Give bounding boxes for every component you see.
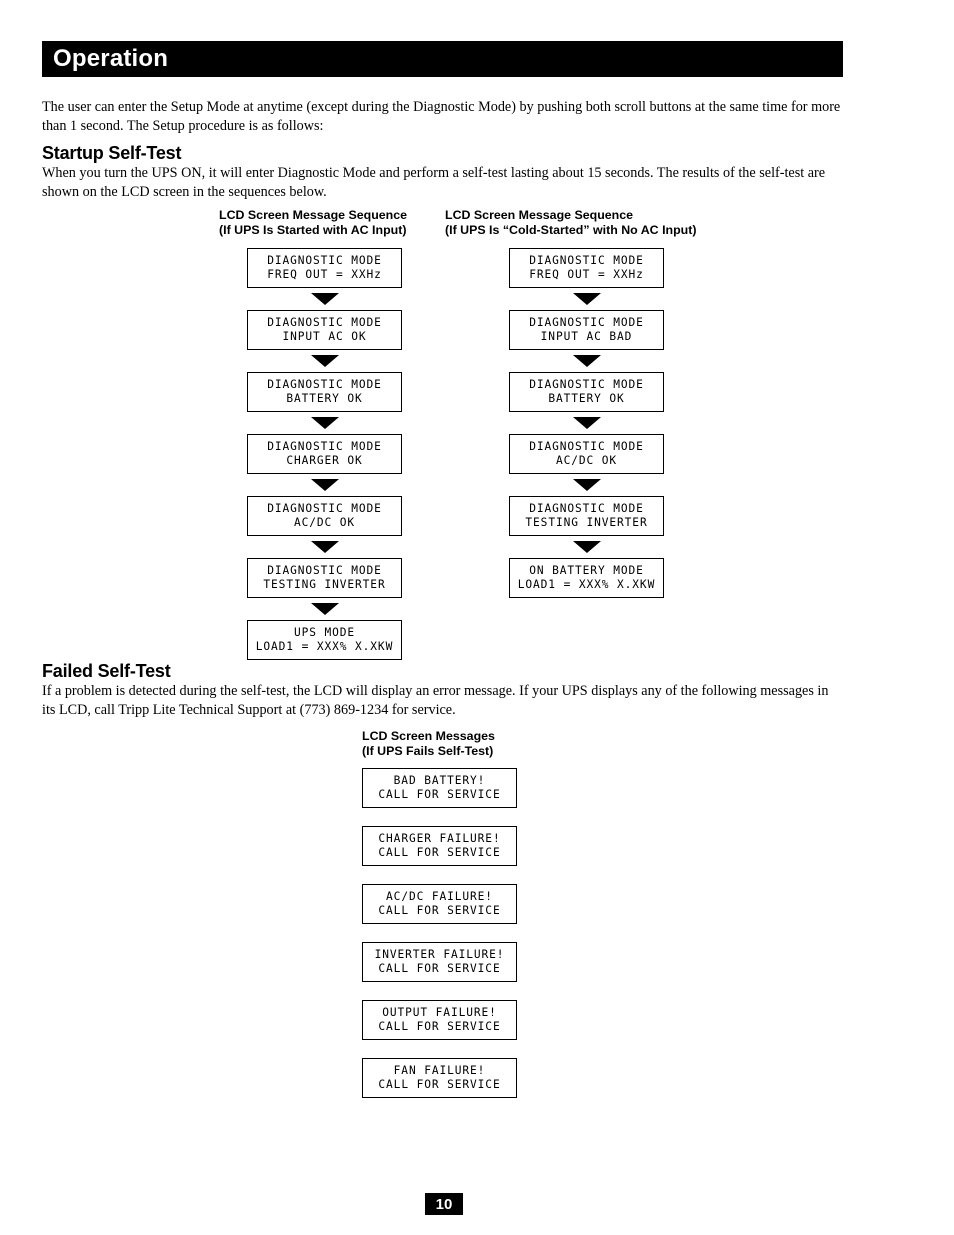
lcd-line-2: CALL FOR SERVICE xyxy=(378,904,501,917)
flow-arrow-down-icon xyxy=(572,355,601,367)
lcd-line-1: BAD BATTERY! xyxy=(393,774,486,787)
lcd-line-2: AC/DC OK xyxy=(293,516,356,529)
lcd-screen-box: DIAGNOSTIC MODE FREQ OUT = XXHz xyxy=(509,248,664,288)
startup-self-test-paragraph: When you turn the UPS ON, it will enter … xyxy=(42,165,826,200)
flow-arrow-down-icon xyxy=(572,417,601,429)
lcd-line-1: CHARGER FAILURE! xyxy=(378,832,501,845)
flow-arrow-down-icon xyxy=(572,541,601,553)
right-column-caption: LCD Screen Message Sequence (If UPS Is “… xyxy=(445,208,697,237)
lcd-screen-box: INVERTER FAILURE! CALL FOR SERVICE xyxy=(362,942,517,982)
lcd-line-1: DIAGNOSTIC MODE xyxy=(529,254,644,267)
lcd-screen-box: DIAGNOSTIC MODE FREQ OUT = XXHz xyxy=(247,248,402,288)
lcd-screen-box: DIAGNOSTIC MODE TESTING INVERTER xyxy=(247,558,402,598)
lcd-line-1: DIAGNOSTIC MODE xyxy=(529,316,644,329)
failed-messages-caption: LCD Screen Messages (If UPS Fails Self-T… xyxy=(362,729,495,758)
startup-self-test-heading: Startup Self-Test xyxy=(42,143,182,163)
lcd-line-2: LOAD1 = XXX% X.XKW xyxy=(517,578,656,591)
flow-arrow-down-icon xyxy=(310,355,339,367)
lcd-line-1: DIAGNOSTIC MODE xyxy=(529,378,644,391)
lcd-line-2: CALL FOR SERVICE xyxy=(378,1078,501,1091)
failed-self-test-heading: Failed Self-Test xyxy=(42,661,171,681)
lcd-line-1: OUTPUT FAILURE! xyxy=(382,1006,497,1019)
flow-arrow-down-icon xyxy=(572,479,601,491)
left-column-caption: LCD Screen Message Sequence (If UPS Is S… xyxy=(219,208,408,237)
startup-ac-input-flow: DIAGNOSTIC MODE FREQ OUT = XXHz DIAGNOSTIC… xyxy=(247,248,402,660)
lcd-screen-box: DIAGNOSTIC MODE BATTERY OK xyxy=(247,372,402,412)
lcd-screen-box: ON BATTERY MODE LOAD1 = XXX% X.XKW xyxy=(509,558,664,598)
lcd-line-2: LOAD1 = XXX% X.XKW xyxy=(255,640,394,653)
lcd-line-1: DIAGNOSTIC MODE xyxy=(267,316,382,329)
lcd-line-1: DIAGNOSTIC MODE xyxy=(267,378,382,391)
startup-cold-start-flow: DIAGNOSTIC MODE FREQ OUT = XXHz DIAGNOSTIC… xyxy=(509,248,664,598)
lcd-line-2: TESTING INVERTER xyxy=(525,516,648,529)
flow-arrow-down-icon xyxy=(310,293,339,305)
lcd-line-2: FREQ OUT = XXHz xyxy=(529,268,644,281)
lcd-screen-box: DIAGNOSTIC MODE INPUT AC BAD xyxy=(509,310,664,350)
lcd-line-1: INVERTER FAILURE! xyxy=(374,948,505,961)
lcd-screen-box: DIAGNOSTIC MODE TESTING INVERTER xyxy=(509,496,664,536)
lcd-line-2: BATTERY OK xyxy=(548,392,625,405)
intro-paragraph: The user can enter the Setup Mode at any… xyxy=(42,99,841,134)
flow-arrow-down-icon xyxy=(310,603,339,615)
lcd-screen-box: UPS MODE LOAD1 = XXX% X.XKW xyxy=(247,620,402,660)
lcd-line-1: DIAGNOSTIC MODE xyxy=(267,254,382,267)
lcd-line-2: CHARGER OK xyxy=(286,454,363,467)
lcd-line-1: UPS MODE xyxy=(293,626,356,639)
lcd-line-2: CALL FOR SERVICE xyxy=(378,962,501,975)
lcd-line-1: DIAGNOSTIC MODE xyxy=(267,502,382,515)
lcd-line-1: DIAGNOSTIC MODE xyxy=(529,440,644,453)
flow-arrow-down-icon xyxy=(310,541,339,553)
lcd-screen-box: OUTPUT FAILURE! CALL FOR SERVICE xyxy=(362,1000,517,1040)
failed-messages-list: BAD BATTERY! CALL FOR SERVICE CHARGER FAIL… xyxy=(362,768,517,1098)
lcd-screen-box: DIAGNOSTIC MODE AC/DC OK xyxy=(247,496,402,536)
lcd-screen-box: DIAGNOSTIC MODE CHARGER OK xyxy=(247,434,402,474)
flow-arrow-down-icon xyxy=(572,293,601,305)
flow-arrow-down-icon xyxy=(310,417,339,429)
lcd-line-1: ON BATTERY MODE xyxy=(529,564,644,577)
lcd-line-1: DIAGNOSTIC MODE xyxy=(267,440,382,453)
lcd-line-2: CALL FOR SERVICE xyxy=(378,846,501,859)
lcd-line-2: AC/DC OK xyxy=(555,454,618,467)
lcd-screen-box: DIAGNOSTIC MODE AC/DC OK xyxy=(509,434,664,474)
page-number: 10 xyxy=(425,1193,463,1215)
page-title: Operation xyxy=(53,45,169,72)
lcd-line-2: FREQ OUT = XXHz xyxy=(267,268,382,281)
lcd-screen-box: DIAGNOSTIC MODE BATTERY OK xyxy=(509,372,664,412)
lcd-line-2: TESTING INVERTER xyxy=(263,578,386,591)
lcd-line-1: DIAGNOSTIC MODE xyxy=(529,502,644,515)
lcd-screen-box: DIAGNOSTIC MODE INPUT AC OK xyxy=(247,310,402,350)
lcd-screen-box: FAN FAILURE! CALL FOR SERVICE xyxy=(362,1058,517,1098)
flow-arrow-down-icon xyxy=(310,479,339,491)
lcd-screen-box: CHARGER FAILURE! CALL FOR SERVICE xyxy=(362,826,517,866)
lcd-line-2: INPUT AC BAD xyxy=(540,330,633,343)
lcd-line-2: BATTERY OK xyxy=(286,392,363,405)
lcd-screen-box: BAD BATTERY! CALL FOR SERVICE xyxy=(362,768,517,808)
lcd-line-1: AC/DC FAILURE! xyxy=(386,890,493,903)
lcd-line-1: FAN FAILURE! xyxy=(393,1064,486,1077)
lcd-line-2: INPUT AC OK xyxy=(282,330,367,343)
document-page: Operation The user can enter the Setup M… xyxy=(0,0,954,1235)
lcd-line-1: DIAGNOSTIC MODE xyxy=(267,564,382,577)
lcd-screen-box: AC/DC FAILURE! CALL FOR SERVICE xyxy=(362,884,517,924)
lcd-line-2: CALL FOR SERVICE xyxy=(378,788,501,801)
failed-self-test-paragraph: If a problem is detected during the self… xyxy=(42,683,829,718)
lcd-line-2: CALL FOR SERVICE xyxy=(378,1020,501,1033)
